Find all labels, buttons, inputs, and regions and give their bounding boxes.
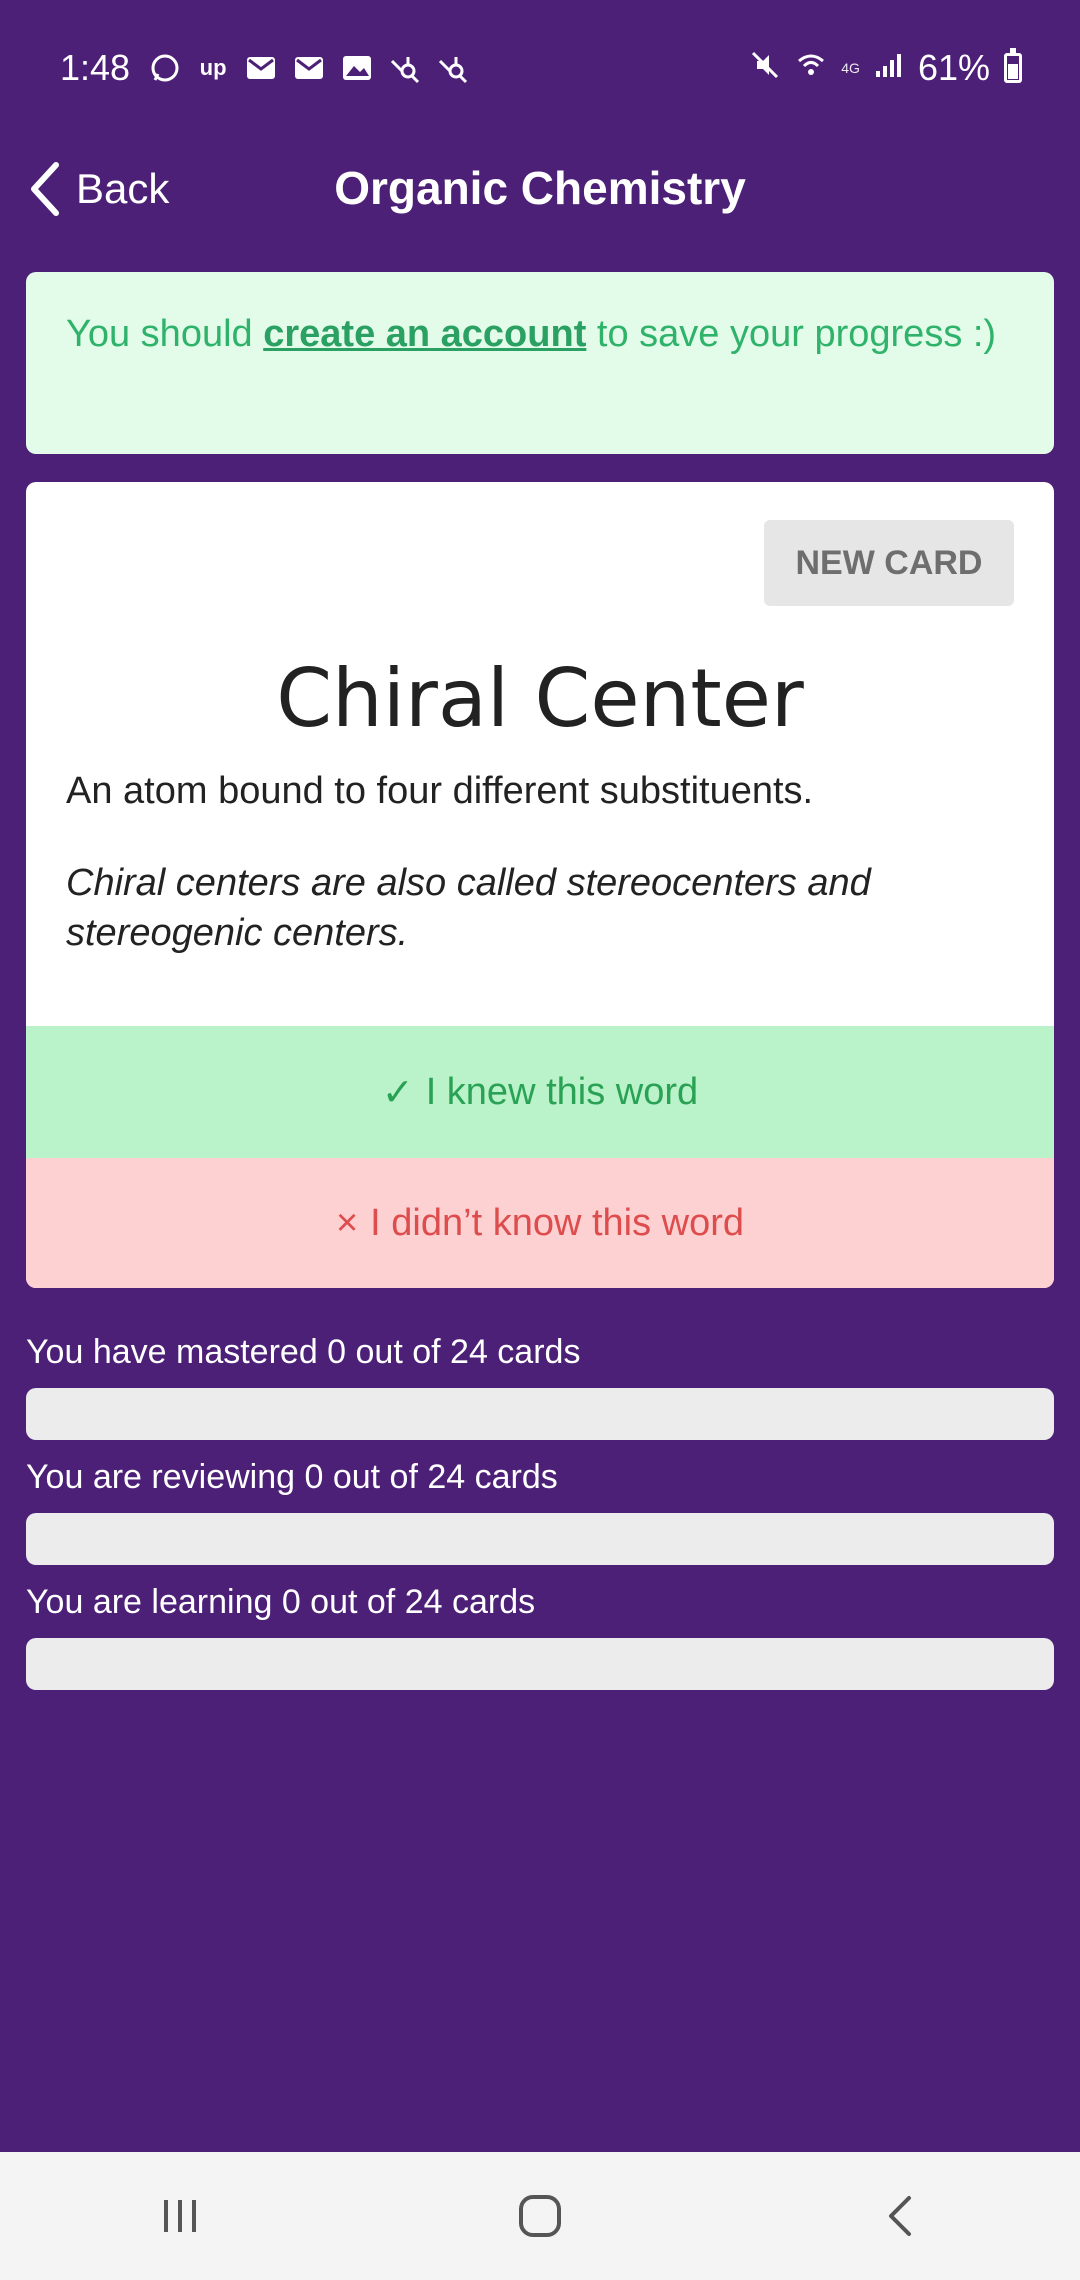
didnt-know-button[interactable]: × I didn’t know this word (26, 1158, 1054, 1288)
page-title: Organic Chemistry (334, 162, 746, 214)
notification-icons: up (148, 51, 470, 85)
upwork-icon: up (199, 54, 227, 80)
hubspot-icon (436, 51, 470, 85)
wifi-icon (795, 49, 827, 86)
status-time: 1:48 (60, 46, 131, 88)
gmail-icon (244, 51, 278, 85)
mastered-progress: You have mastered 0 out of 24 cards (26, 1328, 1054, 1440)
learning-label: You are learning 0 out of 24 cards (26, 1583, 536, 1621)
signal-icon (874, 51, 904, 84)
reviewing-progress: You are reviewing 0 out of 24 cards (26, 1453, 1054, 1565)
banner-suffix: to save your progress :) (586, 313, 997, 355)
recent-apps-icon (164, 2200, 196, 2232)
screen: 1:48 up 4G 61% Back Organic Chemistry Yo… (0, 0, 1080, 2280)
card-term: Chiral Center (276, 652, 804, 745)
learning-progress: You are learning 0 out of 24 cards (26, 1578, 1054, 1690)
reviewing-progress-bar (26, 1513, 1054, 1565)
mastered-label: You have mastered 0 out of 24 cards (26, 1333, 581, 1371)
card-definition: An atom bound to four different substitu… (66, 770, 814, 812)
card-note: Chiral centers are also called stereocen… (66, 862, 871, 954)
reviewing-label: You are reviewing 0 out of 24 cards (26, 1458, 558, 1496)
check-icon: ✓ (381, 1071, 414, 1114)
new-card-button[interactable]: NEW CARD (764, 520, 1014, 606)
status-bar: 1:48 up 4G 61% (0, 0, 1080, 135)
battery-percent: 61% (917, 46, 990, 88)
home-button[interactable] (480, 2166, 600, 2266)
banner-prefix: You should (66, 313, 264, 355)
header: Back Organic Chemistry (0, 135, 1080, 243)
network-type: 4G (841, 59, 860, 76)
create-account-link[interactable]: create an account (263, 313, 586, 355)
didnt-know-label: I didn’t know this word (370, 1201, 745, 1244)
whatsapp-icon (148, 51, 182, 85)
learning-progress-bar (26, 1638, 1054, 1690)
home-icon (519, 2195, 561, 2237)
recent-apps-button[interactable] (120, 2166, 240, 2266)
cross-icon: × (335, 1201, 359, 1244)
knew-word-button[interactable]: ✓ I knew this word (26, 1026, 1054, 1158)
system-nav-bar (0, 2152, 1080, 2280)
hubspot-icon (388, 51, 422, 85)
mastered-progress-bar (26, 1388, 1054, 1440)
gmail-icon (292, 51, 326, 85)
mute-icon (749, 49, 781, 86)
knew-word-label: I knew this word (425, 1070, 699, 1113)
account-banner: You should create an account to save you… (26, 272, 1054, 454)
back-nav-icon (889, 2196, 911, 2236)
gallery-icon (340, 51, 374, 85)
battery-icon (1004, 47, 1022, 83)
system-icons: 4G 61% (749, 47, 1022, 89)
back-nav-button[interactable] (840, 2166, 960, 2266)
flashcard: NEW CARD Chiral Center An atom bound to … (26, 482, 1054, 1288)
